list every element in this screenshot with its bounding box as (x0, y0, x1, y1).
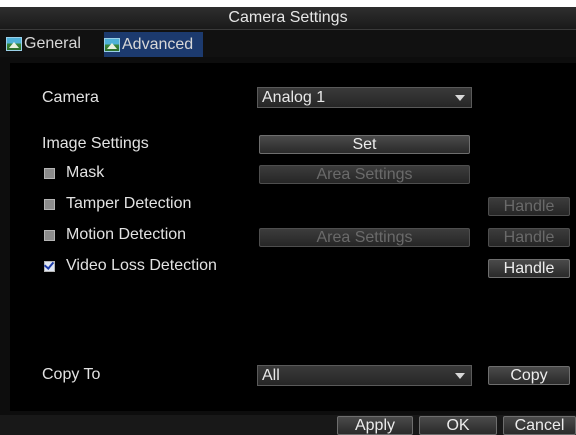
dialog-title: Camera Settings (0, 7, 576, 30)
tab-general-label: General (24, 35, 81, 52)
copy-to-select-value: All (262, 367, 280, 384)
cancel-button[interactable]: Cancel (503, 416, 576, 435)
ok-button[interactable]: OK (419, 416, 497, 435)
camera-select-value: Analog 1 (262, 89, 326, 106)
chevron-down-icon (455, 373, 465, 379)
dialog-footer: Apply OK Cancel (0, 415, 576, 435)
chevron-down-icon (455, 95, 465, 101)
mask-label: Mask (66, 164, 105, 181)
video-loss-detection-checkbox[interactable] (44, 261, 55, 272)
tab-general[interactable]: General (6, 32, 81, 56)
motion-detection-label: Motion Detection (66, 226, 187, 243)
motion-handle-button[interactable]: Handle (488, 228, 570, 247)
tamper-handle-button[interactable]: Handle (488, 197, 570, 216)
tab-bar: General Advanced (0, 30, 576, 57)
mask-checkbox[interactable] (44, 168, 55, 179)
tab-advanced-label: Advanced (122, 35, 194, 53)
video-loss-handle-button[interactable]: Handle (488, 259, 570, 278)
copy-to-select[interactable]: All (257, 365, 472, 386)
video-loss-detection-label: Video Loss Detection (66, 257, 217, 274)
motion-area-settings-button[interactable]: Area Settings (259, 228, 470, 247)
camera-select[interactable]: Analog 1 (257, 87, 472, 108)
landscape-icon (104, 37, 120, 52)
landscape-icon (6, 37, 22, 51)
camera-settings-dialog: Camera Settings General Advanced Camera … (0, 7, 576, 435)
apply-button[interactable]: Apply (337, 416, 413, 435)
copy-to-label: Copy To (42, 366, 101, 383)
tamper-detection-label: Tamper Detection (66, 195, 192, 212)
motion-detection-checkbox[interactable] (44, 230, 55, 241)
advanced-settings-panel: Camera Analog 1 Image Settings Set Mask … (10, 63, 576, 411)
image-settings-set-button[interactable]: Set (259, 135, 470, 154)
mask-area-settings-button[interactable]: Area Settings (259, 165, 470, 184)
tamper-detection-checkbox[interactable] (44, 199, 55, 210)
camera-label: Camera (42, 89, 99, 106)
copy-button[interactable]: Copy (488, 366, 570, 385)
image-settings-label: Image Settings (42, 135, 149, 152)
tab-advanced[interactable]: Advanced (104, 32, 204, 57)
